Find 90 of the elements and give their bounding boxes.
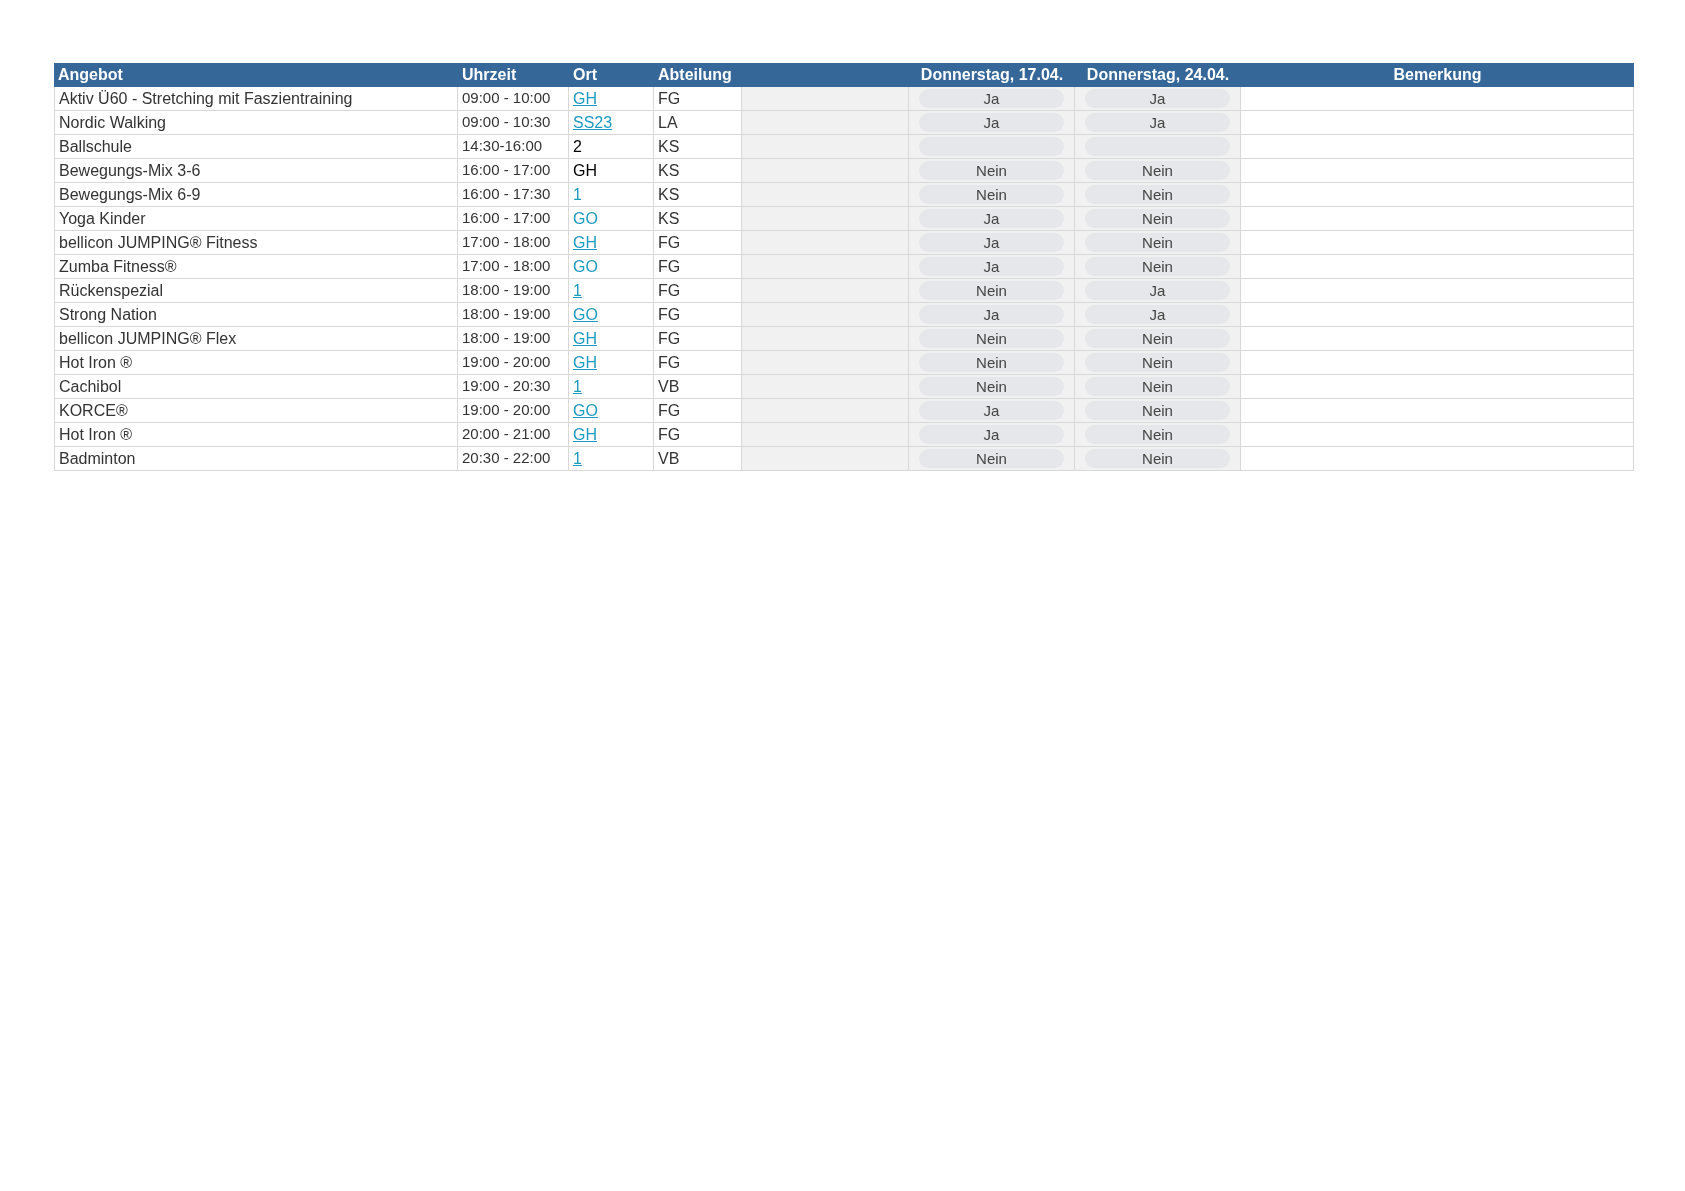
table-cell-text: Hot Iron ®	[59, 424, 133, 445]
location-text: GO	[573, 256, 598, 277]
dropdown-field[interactable]: Nein	[919, 161, 1064, 180]
table-cell-text: KS	[658, 136, 680, 157]
table-cell-text: KS	[658, 160, 680, 181]
table-cell-text: FG	[658, 232, 681, 253]
table-cell-text: 19:00 - 20:00	[462, 400, 551, 421]
dropdown-field[interactable]: Nein	[1085, 401, 1230, 420]
table-cell-text: FG	[658, 352, 681, 373]
dropdown-field[interactable]: Nein	[919, 449, 1064, 468]
table-cell-text: Badminton	[59, 448, 136, 469]
column-header: Abteilung	[658, 65, 732, 85]
table-cell-text: 09:00 - 10:30	[462, 112, 551, 133]
dropdown-field[interactable]: Nein	[1085, 209, 1230, 228]
table-cell-text: 18:00 - 19:00	[462, 280, 551, 301]
table-cell-text: Rückenspezial	[59, 280, 164, 301]
table-cell-text: 18:00 - 19:00	[462, 328, 551, 349]
table-cell-text: Hot Iron ®	[59, 352, 133, 373]
dropdown-field[interactable]: Nein	[919, 353, 1064, 372]
location-text: 1	[573, 184, 582, 205]
table-cell-text: 19:00 - 20:30	[462, 376, 551, 397]
dropdown-field[interactable]: Ja	[919, 257, 1064, 276]
column-header: Donnerstag, 24.04.	[1086, 65, 1230, 85]
table-cell-text: Strong Nation	[59, 304, 157, 325]
location-text: GH	[573, 160, 597, 181]
column-header: Bemerkung	[1393, 65, 1482, 85]
dropdown-field[interactable]: Ja	[1085, 281, 1230, 300]
dropdown-field[interactable]: Nein	[1085, 329, 1230, 348]
dropdown-field[interactable]: Nein	[1085, 185, 1230, 204]
table-cell-text: bellicon JUMPING® Flex	[59, 328, 237, 349]
table-cell-text: Yoga Kinder	[59, 208, 146, 229]
table-cell-text: Bewegungs-Mix 3-6	[59, 160, 201, 181]
dropdown-field[interactable]: Ja	[919, 425, 1064, 444]
table-cell-text: KS	[658, 208, 680, 229]
table-cell-text: 16:00 - 17:30	[462, 184, 551, 205]
dropdown-field[interactable]: Ja	[1085, 113, 1230, 132]
table-cell-text: 17:00 - 18:00	[462, 232, 551, 253]
dropdown-field[interactable]: Ja	[919, 89, 1064, 108]
table-cell-text: KORCE®	[59, 400, 128, 421]
column-header: Ort	[573, 65, 597, 85]
table-cell-text: FG	[658, 424, 681, 445]
dropdown-field[interactable]: Nein	[1085, 257, 1230, 276]
column-header: Angebot	[58, 65, 123, 85]
location-text: 2	[573, 136, 582, 157]
table-cell-text: FG	[658, 256, 681, 277]
table-cell-text: 18:00 - 19:00	[462, 304, 551, 325]
location-text: GO	[573, 208, 598, 229]
table-cell-text: Bewegungs-Mix 6-9	[59, 184, 201, 205]
dropdown-field[interactable]: Nein	[919, 281, 1064, 300]
table-cell-text: FG	[658, 88, 681, 109]
table-cell-text: 20:00 - 21:00	[462, 424, 551, 445]
table-cell-text: 17:00 - 18:00	[462, 256, 551, 277]
table-cell-text: KS	[658, 184, 680, 205]
dropdown-field[interactable]: Nein	[1085, 425, 1230, 444]
table-cell-text: Zumba Fitness®	[59, 256, 177, 277]
table-cell-text: 20:30 - 22:00	[462, 448, 551, 469]
column-header: Uhrzeit	[462, 65, 517, 85]
dropdown-field[interactable]: Ja	[919, 209, 1064, 228]
table-cell-text: Ballschule	[59, 136, 132, 157]
dropdown-field[interactable]: Ja	[919, 305, 1064, 324]
table-cell-text: FG	[658, 304, 681, 325]
table-cell-text: Aktiv Ü60 - Stretching mit Faszientraining	[59, 88, 353, 109]
table-cell-text: 19:00 - 20:00	[462, 352, 551, 373]
table-cell-text: FG	[658, 280, 681, 301]
table-cell-text: Nordic Walking	[59, 112, 166, 133]
dropdown-field[interactable]: Ja	[919, 401, 1064, 420]
table-cell-text: 16:00 - 17:00	[462, 160, 551, 181]
dropdown-field[interactable]: Nein	[1085, 449, 1230, 468]
dropdown-field[interactable]: Nein	[1085, 233, 1230, 252]
dropdown-field[interactable]: Nein	[1085, 353, 1230, 372]
dropdown-field[interactable]: Nein	[919, 185, 1064, 204]
dropdown-field[interactable]: Nein	[919, 377, 1064, 396]
dropdown-field[interactable]: Nein	[919, 329, 1064, 348]
table-cell-text: FG	[658, 328, 681, 349]
dropdown-field[interactable]: Ja	[919, 233, 1064, 252]
table-cell-text: 16:00 - 17:00	[462, 208, 551, 229]
dropdown-field[interactable]: Nein	[1085, 161, 1230, 180]
table-cell-text: bellicon JUMPING® Fitness	[59, 232, 258, 253]
dropdown-field[interactable]: Ja	[919, 113, 1064, 132]
table-cell-text: VB	[658, 448, 680, 469]
table-cell-text: Cachibol	[59, 376, 122, 397]
table-cell-text: FG	[658, 400, 681, 421]
dropdown-field[interactable]: Ja	[1085, 89, 1230, 108]
table-cell-text: 09:00 - 10:00	[462, 88, 551, 109]
table-cell-text: VB	[658, 376, 680, 397]
table-cell-text: LA	[658, 112, 678, 133]
dropdown-field[interactable]: Ja	[1085, 305, 1230, 324]
table-cell-text: 14:30-16:00	[462, 136, 543, 157]
dropdown-field[interactable]: Nein	[1085, 377, 1230, 396]
column-header: Donnerstag, 17.04.	[920, 65, 1064, 85]
